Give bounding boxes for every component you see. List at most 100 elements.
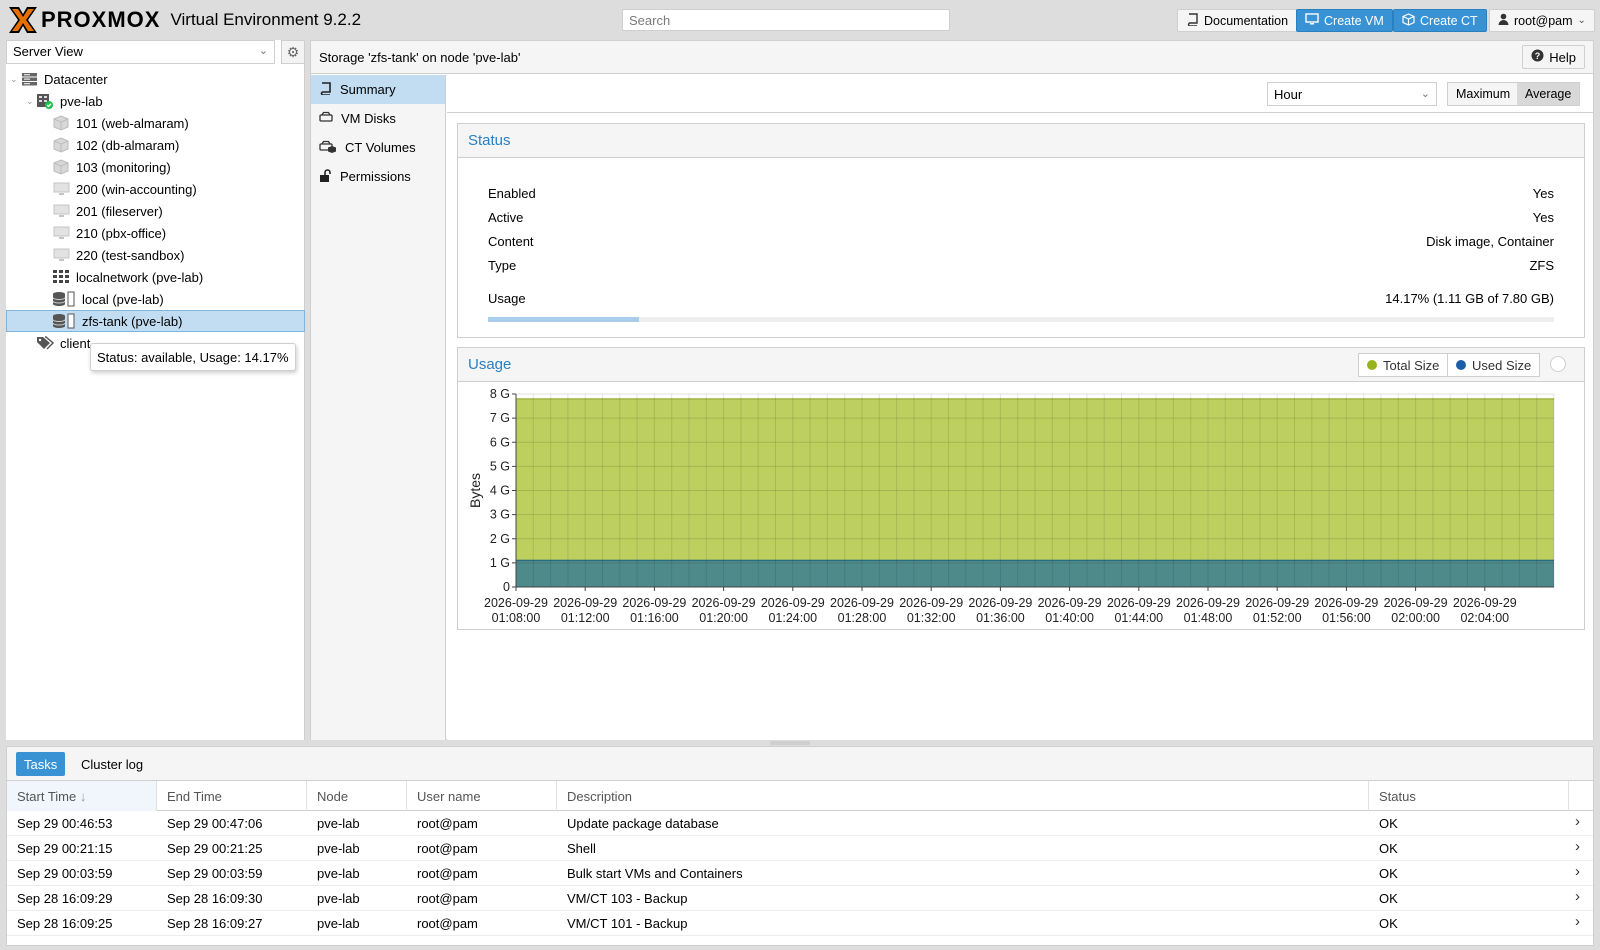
task-cell: Sep 29 00:21:15 [17, 841, 113, 856]
expand-toggle-icon[interactable]: ⌄ [10, 74, 20, 85]
tab-permissions[interactable]: Permissions [311, 162, 445, 191]
task-row[interactable]: Sep 28 16:09:25 Sep 28 16:09:27 pve-lab roo… [7, 911, 1593, 936]
task-cell: root@pam [417, 816, 478, 831]
average-button[interactable]: Average [1517, 82, 1581, 106]
node-online-icon [36, 93, 54, 109]
tree-item-ct-101[interactable]: 101 (web-almaram) [6, 112, 305, 134]
tree-item-storage-local[interactable]: local (pve-lab) [6, 288, 305, 310]
task-cell: Sep 29 00:03:59 [167, 866, 263, 881]
tree-item-label: 210 (pbx-office) [76, 225, 167, 241]
collapse-toggle-icon[interactable] [1550, 356, 1566, 372]
x-tick-label-date: 2026-09-29 [761, 596, 825, 610]
tree-item-vm-201[interactable]: 201 (fileserver) [6, 200, 305, 222]
create-vm-button[interactable]: Create VM [1296, 9, 1393, 32]
column-header-node[interactable]: Node [307, 781, 407, 811]
search-input[interactable] [622, 9, 950, 31]
create-ct-button[interactable]: Create CT [1393, 9, 1487, 32]
legend-used-size[interactable]: Used Size [1447, 353, 1541, 377]
user-menu-button[interactable]: root@pam ⌄ [1489, 9, 1595, 32]
tab-cluster-log[interactable]: Cluster log [73, 752, 151, 776]
usage-progress-fill [488, 317, 640, 322]
summary-main: Hour ⌄ Maximum Average Status Enabled Ye… [447, 75, 1593, 740]
tree-item-vm-200[interactable]: 200 (win-accounting) [6, 178, 305, 200]
tab-summary[interactable]: Summary [311, 75, 445, 104]
tree-item-vm-220[interactable]: 220 (test-sandbox) [6, 244, 305, 266]
x-tick-label-time: 01:40:00 [1045, 611, 1094, 625]
gear-icon[interactable]: ⚙ [281, 40, 305, 64]
panel-splitter-handle[interactable] [770, 741, 810, 745]
usage-panel-title: Usage [468, 356, 512, 373]
column-header-start-time[interactable]: Start Time ↓ [7, 781, 157, 811]
tasks-table-header: Start Time ↓ End Time Node User name Des… [7, 781, 1593, 811]
tree-item-label: client [60, 335, 91, 351]
task-row[interactable]: Sep 29 00:46:53 Sep 29 00:47:06 pve-lab roo… [7, 811, 1593, 836]
log-panel: Tasks Cluster log Start Time ↓ End Time … [6, 746, 1594, 946]
status-value: Yes [1532, 210, 1554, 225]
tree-item-ct-102[interactable]: 102 (db-almaram) [6, 134, 305, 156]
x-tick-label-time: 01:28:00 [838, 611, 887, 625]
book-icon [319, 81, 332, 98]
tree-item-localnetwork[interactable]: localnetwork (pve-lab) [6, 266, 305, 288]
tab-label: CT Volumes [345, 140, 416, 155]
tab-tasks[interactable]: Tasks [16, 752, 66, 776]
tree-item-node[interactable]: ⌄ pve-lab [6, 90, 305, 112]
column-header-end-time[interactable]: End Time [157, 781, 307, 811]
hdd-cube-icon [319, 140, 337, 156]
tree-item-label: 220 (test-sandbox) [76, 247, 185, 263]
tree-item-label: 103 (monitoring) [76, 159, 171, 175]
tree-item-label: zfs-tank (pve-lab) [82, 313, 183, 329]
task-cell: OK [1379, 866, 1398, 881]
legend-label: Total Size [1383, 357, 1440, 373]
resource-tree-panel: Server View ⌄ ⚙ ⌄ Datacenter ⌄ pve-lab 1… [6, 40, 305, 740]
column-label: Status [1379, 789, 1416, 804]
tab-label: Cluster log [81, 756, 144, 772]
x-tick-label-time: 01:24:00 [768, 611, 817, 625]
column-header-description[interactable]: Description [557, 781, 1369, 811]
tree-item-ct-103[interactable]: 103 (monitoring) [6, 156, 305, 178]
tree-item-vm-210[interactable]: 210 (pbx-office) [6, 222, 305, 244]
view-selector[interactable]: Server View ⌄ [6, 40, 275, 64]
maximum-label: Maximum [1456, 87, 1511, 101]
task-cell: root@pam [417, 866, 478, 881]
brand-wordmark: PROXMOX [41, 7, 161, 32]
x-tick-label-time: 01:12:00 [561, 611, 610, 625]
tree-item-storage-zfs-tank[interactable]: zfs-tank (pve-lab) [6, 310, 305, 332]
column-header-status[interactable]: Status [1369, 781, 1569, 811]
status-value: Disk image, Container [1426, 234, 1554, 249]
column-label: Description [567, 789, 633, 804]
task-cell: root@pam [417, 916, 478, 931]
log-tabs: Tasks Cluster log [7, 747, 1593, 781]
create-vm-label: Create VM [1324, 13, 1384, 28]
chevron-right-icon[interactable]: › [1575, 913, 1580, 930]
chevron-right-icon[interactable]: › [1575, 813, 1580, 830]
tab-vm-disks[interactable]: VM Disks [311, 104, 445, 133]
tab-ct-volumes[interactable]: CT Volumes [311, 133, 445, 162]
documentation-button[interactable]: Documentation [1177, 9, 1298, 32]
legend-total-size[interactable]: Total Size [1358, 353, 1449, 377]
x-tick-label-date: 2026-09-29 [1384, 596, 1448, 610]
chevron-down-icon: ⌄ [1577, 15, 1586, 26]
tags-icon [36, 335, 54, 351]
help-button[interactable]: ? Help [1522, 45, 1585, 69]
tree-item-label: 102 (db-almaram) [76, 137, 180, 153]
task-cell: pve-lab [317, 816, 360, 831]
task-row[interactable]: Sep 28 16:09:29 Sep 28 16:09:30 pve-lab roo… [7, 886, 1593, 911]
chevron-right-icon[interactable]: › [1575, 838, 1580, 855]
timeframe-value: Hour [1274, 87, 1303, 102]
column-header-user[interactable]: User name [407, 781, 557, 811]
task-row[interactable]: Sep 29 00:21:15 Sep 29 00:21:25 pve-lab roo… [7, 836, 1593, 861]
tree-item-datacenter[interactable]: ⌄ Datacenter [6, 68, 305, 90]
vm-icon [52, 181, 70, 197]
status-row-active: Active Yes [488, 210, 1554, 228]
task-row[interactable]: Sep 29 00:03:59 Sep 29 00:03:59 pve-lab roo… [7, 861, 1593, 886]
status-key: Content [488, 234, 534, 249]
chevron-right-icon[interactable]: › [1575, 888, 1580, 905]
task-cell: pve-lab [317, 866, 360, 881]
chevron-right-icon[interactable]: › [1575, 863, 1580, 880]
product-version: Virtual Environment 9.2.2 [170, 10, 362, 29]
proxmox-logo[interactable]: PROXMOX Virtual Environment 9.2.2 [7, 5, 361, 35]
maximum-button[interactable]: Maximum [1447, 82, 1520, 106]
status-row-enabled: Enabled Yes [488, 186, 1554, 204]
expand-toggle-icon[interactable]: ⌄ [26, 96, 36, 107]
timeframe-select[interactable]: Hour ⌄ [1267, 82, 1437, 106]
